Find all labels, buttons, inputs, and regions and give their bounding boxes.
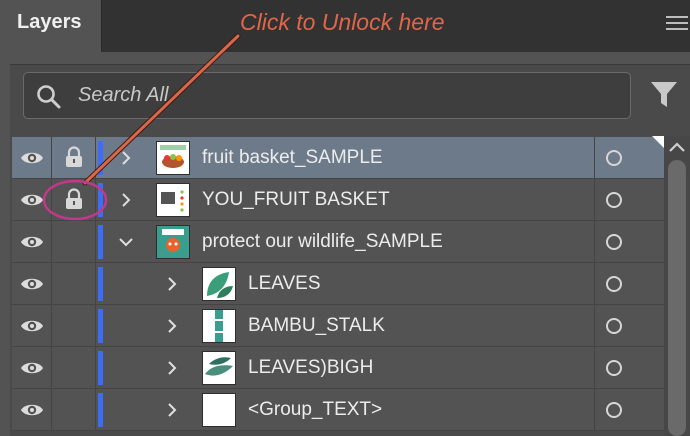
- tab-layers[interactable]: Layers: [0, 0, 102, 52]
- layer-name[interactable]: BAMBU_STALK: [248, 315, 385, 337]
- lock-toggle[interactable]: [52, 389, 96, 431]
- target-circle-icon[interactable]: [606, 276, 622, 292]
- layer-row[interactable]: fruit basket_SAMPLE: [12, 137, 664, 179]
- wildlife-thumb: [156, 225, 190, 259]
- search-input[interactable]: [78, 82, 578, 108]
- layer-name[interactable]: fruit basket_SAMPLE: [202, 147, 383, 169]
- selection-corner-indicator: [652, 136, 664, 148]
- visibility-toggle[interactable]: [12, 347, 52, 389]
- visibility-toggle[interactable]: [12, 137, 52, 179]
- visibility-toggle[interactable]: [12, 179, 52, 221]
- scrollbar-thumb[interactable]: [668, 160, 686, 436]
- layer-color-bar: [98, 351, 103, 385]
- layer-row[interactable]: <Group_TEXT>: [12, 389, 664, 431]
- layer-name[interactable]: YOU_FRUIT BASKET: [202, 189, 390, 211]
- visibility-toggle[interactable]: [12, 389, 52, 431]
- leaves-big-thumb: [202, 351, 236, 385]
- layer-row[interactable]: BAMBU_STALK: [12, 305, 664, 347]
- layer-row[interactable]: LEAVES)BIGH: [12, 347, 664, 389]
- chevron-right-icon[interactable]: [164, 402, 180, 418]
- layer-name[interactable]: <Group_TEXT>: [248, 399, 382, 421]
- layer-color-bar: [98, 393, 103, 427]
- layer-row[interactable]: protect our wildlife_SAMPLE: [12, 221, 664, 263]
- target-circle-icon[interactable]: [606, 402, 622, 418]
- chevron-right-icon[interactable]: [118, 150, 134, 166]
- eye-icon: [20, 317, 44, 335]
- layer-name[interactable]: protect our wildlife_SAMPLE: [202, 231, 443, 253]
- eye-icon: [20, 233, 44, 251]
- eye-icon: [20, 191, 44, 209]
- column-divider: [594, 305, 595, 347]
- visibility-toggle[interactable]: [12, 263, 52, 305]
- panel-menu-icon[interactable]: [666, 16, 688, 34]
- chevron-right-icon[interactable]: [164, 318, 180, 334]
- leaves-thumb: [202, 267, 236, 301]
- column-divider: [594, 137, 595, 179]
- visibility-toggle[interactable]: [12, 221, 52, 263]
- eye-icon: [20, 149, 44, 167]
- column-divider: [594, 263, 595, 305]
- layer-color-bar: [98, 141, 103, 175]
- column-divider: [594, 179, 595, 221]
- column-divider: [594, 347, 595, 389]
- lock-toggle[interactable]: [52, 263, 96, 305]
- target-circle-icon[interactable]: [606, 192, 622, 208]
- layer-name[interactable]: LEAVES: [248, 273, 321, 295]
- lock-toggle[interactable]: [52, 305, 96, 347]
- visibility-toggle[interactable]: [12, 305, 52, 347]
- tab-layers-label: Layers: [17, 11, 82, 33]
- chevron-right-icon[interactable]: [164, 276, 180, 292]
- target-circle-icon[interactable]: [606, 318, 622, 334]
- bamboo-thumb: [202, 309, 236, 343]
- target-circle-icon[interactable]: [606, 360, 622, 376]
- lock-icon: [65, 146, 83, 168]
- layer-color-bar: [98, 267, 103, 301]
- scroll-up-arrow-icon[interactable]: [667, 140, 687, 154]
- filter-icon[interactable]: [650, 80, 678, 110]
- lock-toggle[interactable]: [52, 221, 96, 263]
- fruit-basket-sample-thumb: [156, 141, 190, 175]
- layer-color-bar: [98, 183, 103, 217]
- lock-toggle[interactable]: [52, 179, 96, 221]
- chevron-right-icon[interactable]: [118, 192, 134, 208]
- lock-toggle[interactable]: [52, 347, 96, 389]
- layer-color-bar: [98, 225, 103, 259]
- eye-icon: [20, 401, 44, 419]
- layer-row[interactable]: YOU_FRUIT BASKET: [12, 179, 664, 221]
- lock-toggle[interactable]: [52, 137, 96, 179]
- chevron-down-icon[interactable]: [118, 234, 134, 250]
- group-text-thumb: [202, 393, 236, 427]
- annotation-text: Click to Unlock here: [240, 9, 445, 35]
- search-box[interactable]: [23, 72, 631, 119]
- target-circle-icon[interactable]: [606, 150, 622, 166]
- chevron-right-icon[interactable]: [164, 360, 180, 376]
- layer-row[interactable]: LEAVES: [12, 263, 664, 305]
- search-icon: [36, 84, 62, 110]
- you-fruit-basket-thumb: [156, 183, 190, 217]
- layer-color-bar: [98, 309, 103, 343]
- eye-icon: [20, 359, 44, 377]
- column-divider: [594, 221, 595, 263]
- target-circle-icon[interactable]: [606, 234, 622, 250]
- eye-icon: [20, 275, 44, 293]
- lock-icon: [65, 188, 83, 210]
- layer-name[interactable]: LEAVES)BIGH: [248, 357, 373, 379]
- column-divider: [594, 389, 595, 431]
